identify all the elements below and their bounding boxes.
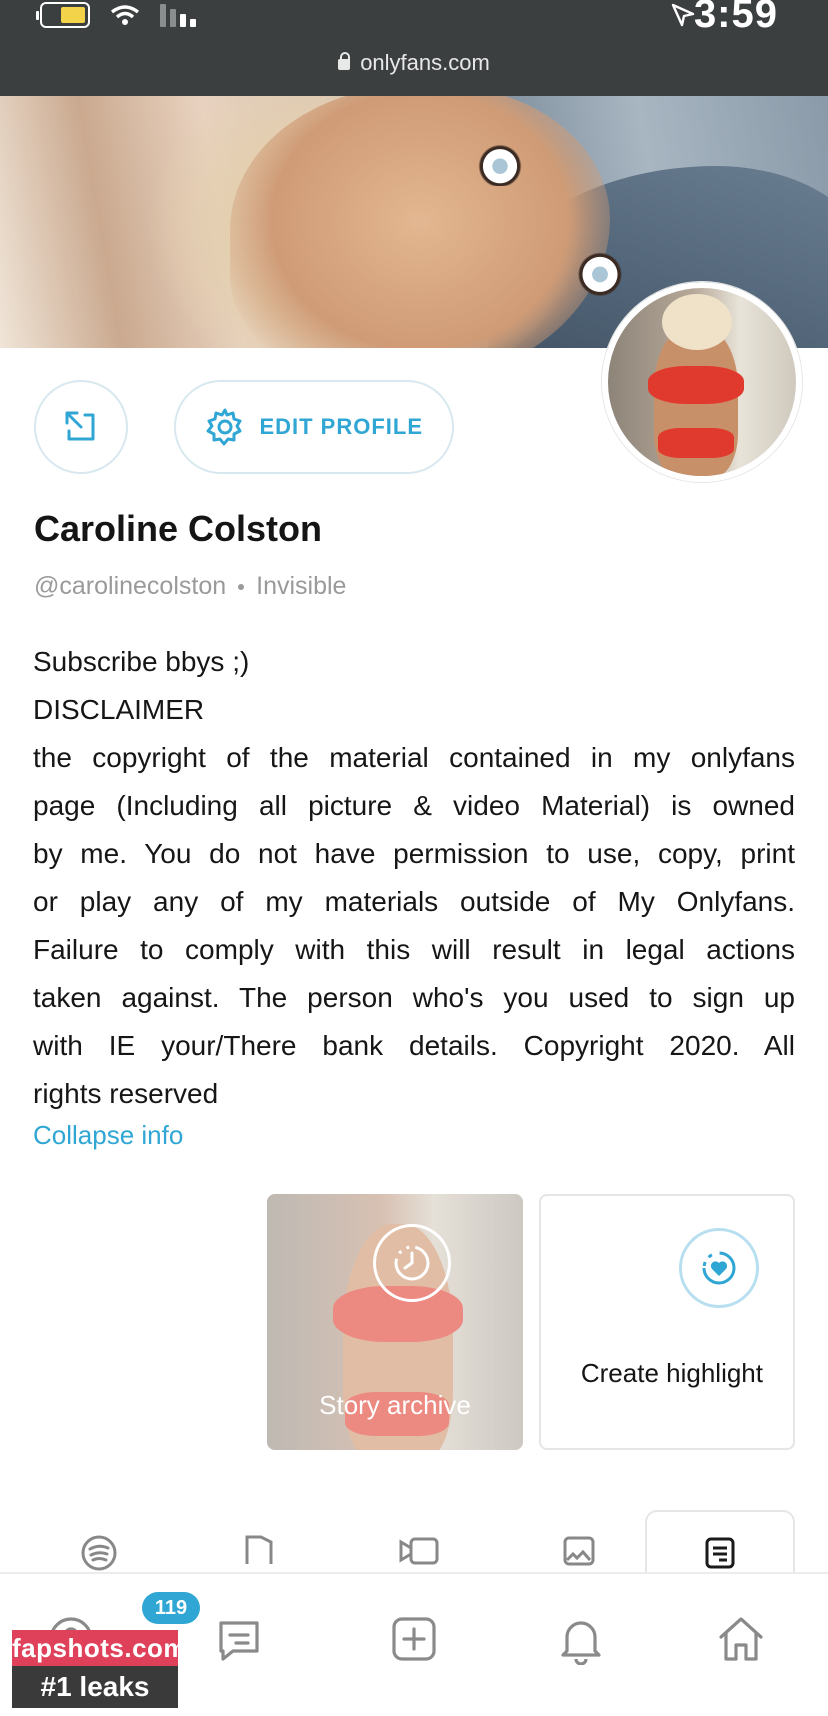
url-bar[interactable]: onlyfans.com (0, 50, 828, 76)
avatar[interactable] (602, 282, 802, 482)
gear-icon (206, 408, 242, 446)
signal-icon (160, 3, 196, 27)
videos-icon (399, 1537, 439, 1565)
profile-bio: Subscribe bbys ;) DISCLAIMER the copyrig… (33, 638, 795, 1118)
bio-line: with IE your/There bank details. Copyrig… (33, 1030, 795, 1061)
create-highlight-label: Create highlight (580, 1358, 763, 1388)
mirrored-screen: 3:59 onlyfans.com EDIT PROFILE Caroline … (0, 0, 828, 1716)
tab-videos[interactable] (384, 1510, 454, 1570)
edit-profile-label: EDIT PROFILE (259, 414, 423, 439)
story-archive-label: Story archive (319, 1390, 471, 1420)
edit-profile-button[interactable]: EDIT PROFILE (174, 380, 454, 474)
nav-home[interactable] (706, 1604, 776, 1674)
watermark-site: fapshots.com (12, 1630, 187, 1666)
status-icons (40, 2, 196, 28)
story-archive-card[interactable]: Story archive (267, 1194, 523, 1450)
tab-spotify[interactable] (64, 1510, 134, 1571)
clock-icon (373, 1224, 451, 1302)
heart-plus-icon (679, 1228, 759, 1308)
content-tabs (0, 1510, 828, 1590)
share-icon (65, 411, 95, 441)
tab-audio[interactable] (224, 1510, 294, 1570)
unread-badge: 119 (142, 1592, 200, 1624)
messages-icon (219, 1621, 259, 1661)
online-status: Invisible (256, 572, 347, 600)
profile-handle-row: @carolinecolston Invisible (34, 572, 794, 601)
bio-line: page (Including all picture & video Mate… (33, 790, 795, 821)
posts-icon (705, 1537, 735, 1569)
bio-line: taken against. The person who's you used… (33, 982, 795, 1013)
collapse-info-link[interactable]: Collapse info (33, 1120, 795, 1151)
profile-name: Caroline Colston (34, 508, 323, 549)
bio-line: Failure to comply with this will result … (33, 934, 795, 965)
nav-add-post[interactable] (379, 1604, 449, 1674)
battery-icon (40, 2, 90, 28)
home-icon (719, 1617, 763, 1661)
browser-status-bar: 3:59 onlyfans.com (0, 0, 828, 96)
watermark: fapshots.com #1 leaks (12, 1630, 187, 1708)
profile-handle[interactable]: @carolinecolston (34, 572, 226, 600)
bio-line: or play any of my materials outside of M… (33, 886, 795, 917)
nav-messages[interactable] (204, 1604, 274, 1674)
add-post-icon (392, 1617, 436, 1661)
location-arrow-icon (671, 3, 695, 27)
profile-identity: Caroline Colston @carolinecolston Invisib… (34, 508, 794, 601)
notifications-icon (561, 1621, 601, 1665)
status-time: 3:59 (693, 0, 778, 36)
bio-line: DISCLAIMER (33, 694, 205, 725)
watermark-tagline: #1 leaks (12, 1666, 178, 1708)
bio-line: Subscribe bbys ;) (33, 646, 250, 677)
spotify-icon (81, 1535, 117, 1571)
nav-notifications[interactable] (546, 1604, 616, 1674)
wifi-icon (110, 5, 140, 25)
create-highlight-card[interactable]: Create highlight (539, 1194, 795, 1450)
bio-line: by me. You do not have permission to use… (33, 838, 795, 869)
bio-line: the copyright of the material contained … (33, 742, 795, 773)
share-button[interactable] (34, 380, 128, 474)
audio-icon (245, 1535, 273, 1564)
photos-icon (563, 1536, 595, 1566)
bio-line: rights reserved (33, 1078, 219, 1109)
tab-photos[interactable] (544, 1510, 614, 1570)
url-text: onlyfans.com (360, 50, 490, 75)
lock-icon (338, 59, 351, 70)
